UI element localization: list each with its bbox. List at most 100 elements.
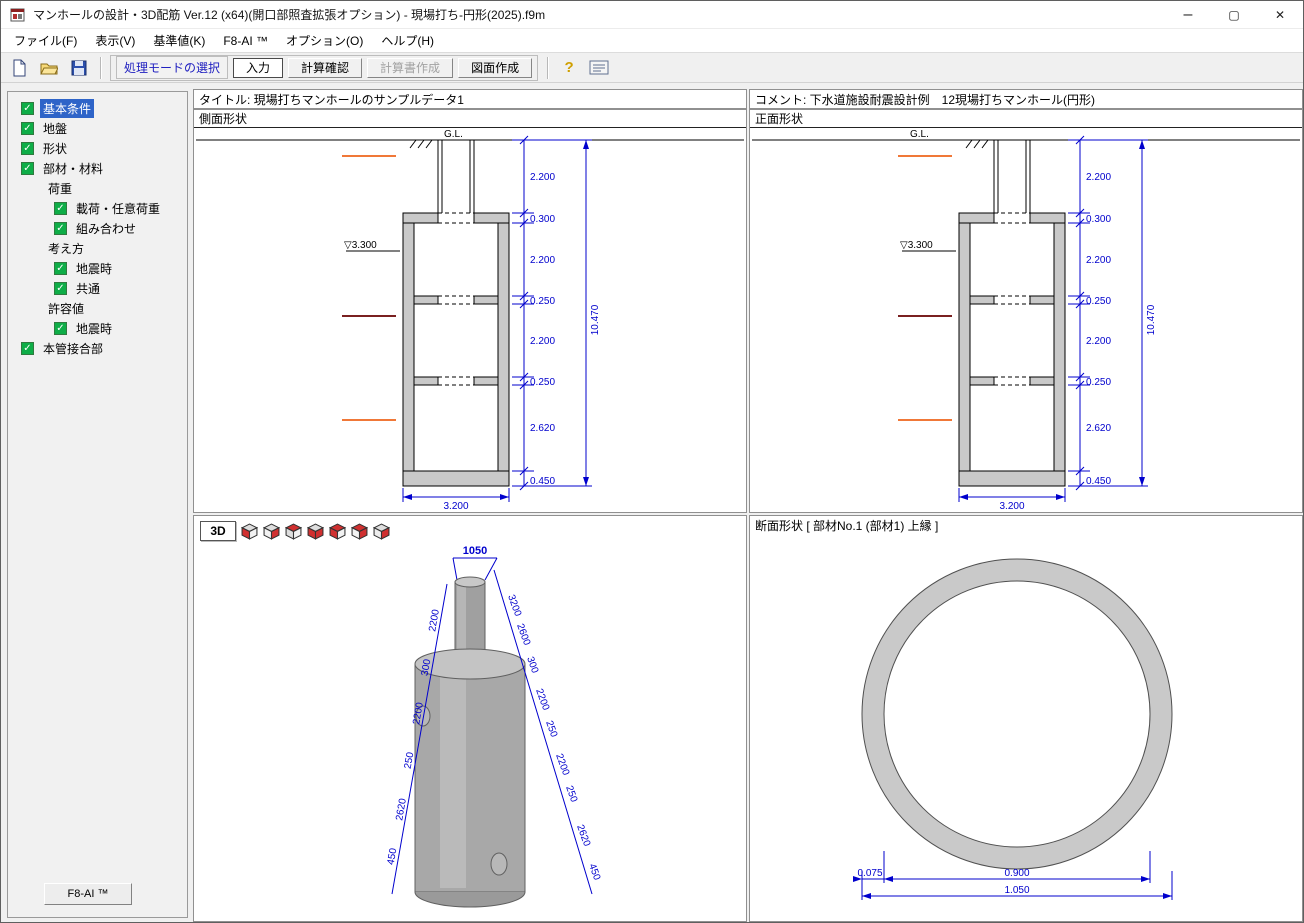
ring-inner [884, 581, 1150, 847]
front-elevation-panel: 正面形状 G.L. ▽3.300 [749, 109, 1303, 513]
checkbox-icon[interactable] [21, 142, 34, 155]
dim-label: 2620 [394, 797, 409, 821]
cross-section-label: 断面形状 [ 部材No.1 (部材1) 上縁 ] [750, 516, 1302, 534]
dim-label: 2.200 [530, 255, 555, 266]
sidebar-item-ground[interactable]: 地盤 [8, 118, 187, 138]
water-level-label: ▽3.300 [344, 240, 377, 251]
dim-label: 0.075 [857, 868, 882, 879]
checkbox-icon[interactable] [54, 222, 67, 235]
view-cube-icon-5[interactable] [329, 523, 346, 540]
checkbox-icon[interactable] [54, 202, 67, 215]
view-cube-icon-3[interactable] [285, 523, 302, 540]
menu-help[interactable]: ヘルプ(H) [372, 29, 443, 52]
sidebar-item-approach-seismic[interactable]: 地震時 [8, 258, 187, 278]
menubar: ファイル(F) 表示(V) 基準値(K) F8-AI ™ オプション(O) ヘル… [1, 29, 1303, 53]
view-cube-icon-2[interactable] [263, 523, 280, 540]
checkbox-icon[interactable] [21, 102, 34, 115]
sidebar-group-loads[interactable]: 荷重 [8, 178, 187, 198]
window-title: マンホールの設計・3D配筋 Ver.12 (x64)(開口部照査拡張オプション)… [33, 6, 545, 23]
dim-label: 2.620 [1086, 423, 1111, 434]
comment-strip: コメント: 下水道施設耐震設計例 12現場打ちマンホール(円形) [749, 89, 1303, 109]
dim-label: 450 [586, 862, 602, 882]
dim-label: 250 [543, 719, 559, 739]
dim-label: 2.200 [1086, 255, 1111, 266]
side-elevation-drawing: G.L. ▽3.300 2.200 0.300 [194, 128, 746, 510]
open-folder-icon [40, 59, 58, 77]
close-button[interactable] [1257, 1, 1303, 28]
cross-section-panel: 断面形状 [ 部材No.1 (部材1) 上縁 ] 0.075 0.900 1.0… [749, 515, 1303, 922]
front-elevation-drawing: G.L. ▽3.300 2.200 0.300 [750, 128, 1302, 510]
dim-label: 0.300 [1086, 214, 1111, 225]
dim-label: 2200 [427, 608, 442, 632]
view-cube-icon-7[interactable] [373, 523, 390, 540]
help-button[interactable]: ? [557, 56, 581, 80]
checkbox-icon[interactable] [54, 282, 67, 295]
dim-label: 0.250 [1086, 296, 1111, 307]
3d-model-view[interactable]: 1050 3200 2600 300 2200 250 2200 250 262… [194, 542, 746, 917]
sidebar-item-combinations[interactable]: 組み合わせ [8, 218, 187, 238]
maximize-button[interactable] [1211, 1, 1257, 28]
checkbox-icon[interactable] [21, 122, 34, 135]
app-window: マンホールの設計・3D配筋 Ver.12 (x64)(開口部照査拡張オプション)… [0, 0, 1304, 923]
sidebar-item-shape[interactable]: 形状 [8, 138, 187, 158]
mode-select-label: 処理モードの選択 [116, 56, 228, 79]
water-level-label: ▽3.300 [900, 240, 933, 251]
sidebar-group-approach[interactable]: 考え方 [8, 238, 187, 258]
navigation-tree: 基本条件 地盤 形状 部材・材料 荷重 載荷・任意荷重 組み合わせ 考え方 [7, 91, 188, 918]
dim-label: 300 [524, 655, 540, 675]
side-elevation-panel: 側面形状 G.L. ▽3.300 [193, 109, 747, 513]
dim-label: 250 [563, 784, 579, 804]
menu-view[interactable]: 表示(V) [86, 29, 144, 52]
checkbox-icon[interactable] [21, 162, 34, 175]
checkbox-icon[interactable] [54, 322, 67, 335]
dim-label-top: 1050 [463, 545, 487, 557]
dim-label: 2.620 [530, 423, 555, 434]
save-icon [70, 59, 88, 77]
toolbar: 処理モードの選択 入力 計算確認 計算書作成 図面作成 ? [1, 53, 1303, 83]
message-button[interactable] [587, 56, 611, 80]
open-file-button[interactable] [37, 56, 61, 80]
sidebar-item-members-materials[interactable]: 部材・材料 [8, 158, 187, 178]
mode-group: 処理モードの選択 入力 計算確認 計算書作成 図面作成 [110, 55, 538, 81]
titlebar: マンホールの設計・3D配筋 Ver.12 (x64)(開口部照査拡張オプション)… [1, 1, 1303, 29]
save-file-button[interactable] [67, 56, 91, 80]
menu-options[interactable]: オプション(O) [277, 29, 372, 52]
f8ai-button[interactable]: F8-AI ™ [44, 883, 132, 905]
question-mark-icon: ? [564, 59, 573, 76]
dim-label: 2.200 [1086, 336, 1111, 347]
menu-standard-values[interactable]: 基準値(K) [144, 29, 214, 52]
menu-f8ai[interactable]: F8-AI ™ [214, 29, 277, 52]
toolbar-separator [100, 57, 101, 79]
toolbar-separator [547, 57, 548, 79]
dim-label: 2.200 [530, 336, 555, 347]
cross-section-drawing: 0.075 0.900 1.050 [750, 534, 1302, 921]
sidebar-item-pipe-connection[interactable]: 本管接合部 [8, 338, 187, 358]
side-elevation-label: 側面形状 [194, 110, 746, 128]
title-strip: タイトル: 現場打ちマンホールのサンプルデータ1 [193, 89, 747, 109]
sidebar-item-approach-common[interactable]: 共通 [8, 278, 187, 298]
view-cube-icon-1[interactable] [241, 523, 258, 540]
checkbox-icon[interactable] [21, 342, 34, 355]
dim-label: 0.900 [1004, 868, 1029, 879]
window-controls [1165, 1, 1303, 28]
new-file-button[interactable] [7, 56, 31, 80]
menu-file[interactable]: ファイル(F) [5, 29, 86, 52]
gl-label: G.L. [444, 129, 463, 140]
3d-mode-button[interactable]: 3D [200, 521, 236, 541]
minimize-button[interactable] [1165, 1, 1211, 28]
calc-check-button[interactable]: 計算確認 [288, 58, 362, 78]
sidebar-item-surcharge-loads[interactable]: 載荷・任意荷重 [8, 198, 187, 218]
sidebar-item-basic-conditions[interactable]: 基本条件 [8, 98, 187, 118]
manhole-body-cylinder [415, 664, 525, 892]
dim-label-width: 3.200 [999, 501, 1024, 510]
input-mode-button[interactable]: 入力 [233, 58, 283, 78]
dim-label-total: 10.470 [590, 304, 601, 335]
gl-label: G.L. [910, 129, 929, 140]
sidebar-group-allowable-values[interactable]: 許容値 [8, 298, 187, 318]
sidebar-item-allowable-seismic[interactable]: 地震時 [8, 318, 187, 338]
drawing-create-button[interactable]: 図面作成 [458, 58, 532, 78]
view-cube-icon-6[interactable] [351, 523, 368, 540]
dim-label: 2600 [514, 622, 532, 647]
checkbox-icon[interactable] [54, 262, 67, 275]
view-cube-icon-4[interactable] [307, 523, 324, 540]
